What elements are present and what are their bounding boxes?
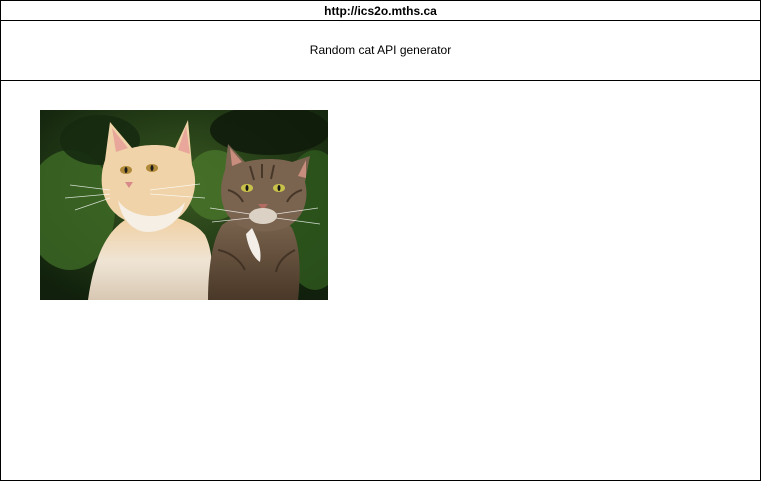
url-text[interactable]: http://ics2o.mths.ca <box>324 4 437 18</box>
page-header: Random cat API generator <box>1 21 760 81</box>
cat-photo <box>40 110 328 300</box>
page-title: Random cat API generator <box>309 43 452 57</box>
browser-window: http://ics2o.mths.ca Random cat API gene… <box>0 0 761 481</box>
main-content <box>1 81 760 479</box>
address-bar[interactable]: http://ics2o.mths.ca <box>1 1 760 21</box>
cat-photo-illustration <box>40 110 328 300</box>
